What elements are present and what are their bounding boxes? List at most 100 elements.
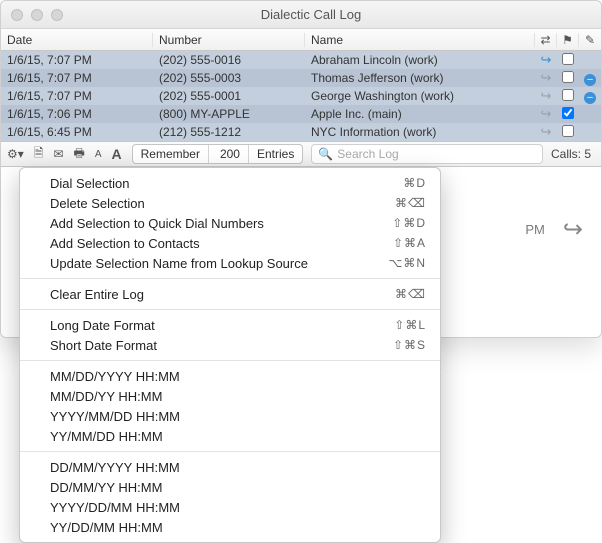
flag-checkbox[interactable] [562,53,574,65]
flag-checkbox[interactable] [562,71,574,83]
dial-out-icon[interactable]: ↪ [563,215,583,244]
menu-item-label: DD/MM/YYYY HH:MM [50,460,180,475]
close-icon[interactable] [11,9,23,21]
search-input[interactable]: 🔍 Search Log [311,144,543,164]
table-header: Date Number Name ⇄ ⚑ ✎ [1,29,601,51]
outgoing-call-icon: ↪ [541,88,552,103]
remember-segment: Remember 200 Entries [132,144,304,164]
menu-item-label: Add Selection to Contacts [50,236,200,251]
remember-count[interactable]: 200 [209,145,249,163]
cell-number: (212) 555-1212 [153,125,305,139]
cell-date: 1/6/15, 7:07 PM [1,53,153,67]
menu-item-label: Short Date Format [50,338,157,353]
cell-name: Apple Inc. (main) [305,107,535,121]
menu-item[interactable]: Short Date Format ⇧⌘S [20,335,440,355]
minimize-icon[interactable] [31,9,43,21]
menu-item[interactable]: YYYY/DD/MM HH:MM [20,497,440,517]
menu-item-label: Clear Entire Log [50,287,144,302]
menu-item-label: Dial Selection [50,176,130,191]
gear-menu-button[interactable]: ⚙▾ [3,144,28,164]
menu-item-shortcut: ⌘⌫ [395,287,426,301]
menu-item[interactable]: Clear Entire Log ⌘⌫ [20,284,440,304]
menu-item-label: YY/MM/DD HH:MM [50,429,163,444]
font-small-icon[interactable]: A [91,144,106,164]
entries-label[interactable]: Entries [249,145,302,163]
menu-separator [20,360,440,361]
menu-item[interactable]: YYYY/MM/DD HH:MM [20,406,440,426]
cell-date: 1/6/15, 7:07 PM [1,89,153,103]
menu-separator [20,278,440,279]
table-row[interactable]: 1/6/15, 7:07 PM(202) 555-0001George Wash… [1,87,601,105]
cell-date: 1/6/15, 6:45 PM [1,125,153,139]
cell-name: Abraham Lincoln (work) [305,53,535,67]
header-date[interactable]: Date [1,33,153,47]
document-icon[interactable]: 🗎 [30,144,48,164]
cell-name: Thomas Jefferson (work) [305,71,535,85]
context-menu[interactable]: Dial Selection⌘DDelete Selection⌘⌫Add Se… [19,167,441,543]
cell-name: George Washington (work) [305,89,535,103]
remember-label[interactable]: Remember [133,145,209,163]
menu-item[interactable]: MM/DD/YY HH:MM [20,386,440,406]
table-row[interactable]: 1/6/15, 6:45 PM(212) 555-1212NYC Informa… [1,123,601,141]
outgoing-call-icon: ↪ [541,106,552,121]
cell-name: NYC Information (work) [305,125,535,139]
menu-item[interactable]: MM/DD/YYYY HH:MM [20,366,440,386]
menu-separator [20,309,440,310]
menu-item[interactable]: Add Selection to Quick Dial Numbers ⇧⌘D [20,213,440,233]
menu-item-label: Add Selection to Quick Dial Numbers [50,216,264,231]
menu-item[interactable]: YY/MM/DD HH:MM [20,426,440,446]
menu-item[interactable]: DD/MM/YY HH:MM [20,477,440,497]
cell-number: (800) MY-APPLE [153,107,305,121]
menu-item[interactable]: DD/MM/YYYY HH:MM [20,457,440,477]
menu-separator [20,451,440,452]
header-number[interactable]: Number [153,33,305,47]
cell-number: (202) 555-0003 [153,71,305,85]
menu-item[interactable]: Update Selection Name from Lookup Source… [20,253,440,273]
window-title: Dialectic Call Log [63,7,559,22]
flag-checkbox[interactable] [562,125,574,137]
header-edit-icon[interactable]: ✎ [579,33,601,47]
menu-item-shortcut: ⌘D [403,176,426,190]
menu-item-label: YYYY/MM/DD HH:MM [50,409,180,424]
outgoing-call-icon: ↪ [541,124,552,139]
menu-item-shortcut: ⇧⌘S [393,338,426,352]
calls-count: Calls: 5 [551,147,601,161]
minus-icon[interactable]: – [584,74,596,86]
header-flag-icon[interactable]: ⚑ [557,33,579,47]
menu-item[interactable]: Add Selection to Contacts ⇧⌘A [20,233,440,253]
minus-icon[interactable]: – [584,92,596,104]
menu-item-label: Update Selection Name from Lookup Source [50,256,308,271]
menu-item[interactable]: Long Date Format⇧⌘L [20,315,440,335]
menu-item-shortcut: ⇧⌘D [392,216,426,230]
menu-item-shortcut: ⌥⌘N [389,256,427,270]
mail-icon[interactable]: ✉ [49,144,67,164]
table-row[interactable]: 1/6/15, 7:07 PM(202) 555-0016Abraham Lin… [1,51,601,69]
menu-item[interactable]: YY/DD/MM HH:MM [20,517,440,537]
search-placeholder: Search Log [337,147,398,161]
toolbar: ⚙▾ 🗎 ✉ 🖶 A A Remember 200 Entries 🔍 Sear… [1,141,601,167]
flag-checkbox[interactable] [562,89,574,101]
menu-item-label: YYYY/DD/MM HH:MM [50,500,180,515]
print-icon[interactable]: 🖶 [70,144,89,164]
menu-item-label: YY/DD/MM HH:MM [50,520,163,535]
search-icon: 🔍 [318,147,333,161]
font-large-icon[interactable]: A [108,144,126,164]
incoming-call-icon: ↪ [541,52,552,67]
menu-item-shortcut: ⇧⌘A [393,236,426,250]
preview-text: PM [525,222,545,237]
zoom-icon[interactable] [51,9,63,21]
cell-date: 1/6/15, 7:06 PM [1,107,153,121]
menu-item-label: Long Date Format [50,318,155,333]
titlebar: Dialectic Call Log [1,1,601,29]
header-direction-icon[interactable]: ⇄ [535,33,557,47]
flag-checkbox[interactable] [562,107,574,119]
header-name[interactable]: Name [305,33,535,47]
table-row[interactable]: 1/6/15, 7:06 PM(800) MY-APPLEApple Inc. … [1,105,601,123]
menu-item[interactable]: Delete Selection⌘⌫ [20,193,440,213]
table-body: 1/6/15, 7:07 PM(202) 555-0016Abraham Lin… [1,51,601,141]
menu-item[interactable]: Dial Selection ⌘D [20,173,440,193]
menu-item-shortcut: ⌘⌫ [395,196,426,210]
cell-number: (202) 555-0016 [153,53,305,67]
outgoing-call-icon: ↪ [541,70,552,85]
table-row[interactable]: 1/6/15, 7:07 PM(202) 555-0003Thomas Jeff… [1,69,601,87]
